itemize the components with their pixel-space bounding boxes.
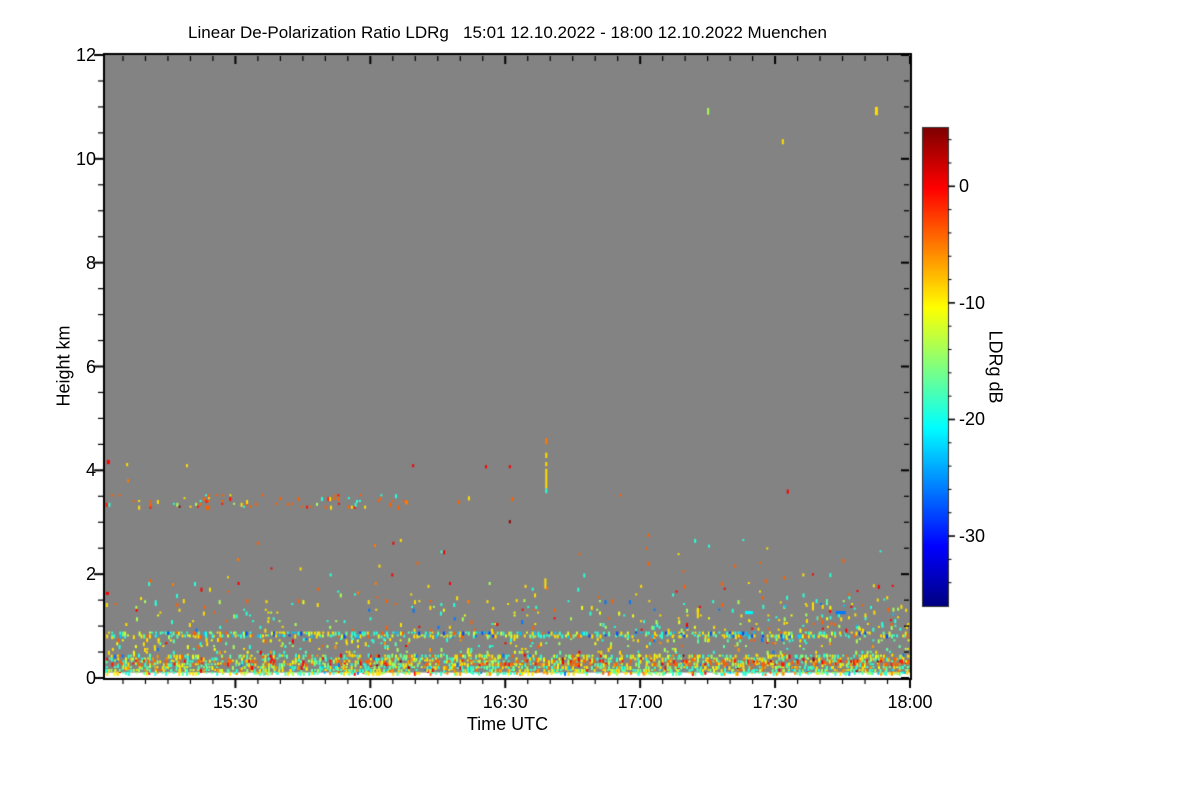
x-tick-label: 15:30 — [212, 692, 258, 712]
x-tick-label: 16:00 — [347, 692, 393, 712]
x-tick-label: 17:30 — [752, 692, 798, 712]
chart-title: Linear De-Polarization Ratio LDRg 15:01 … — [188, 23, 827, 42]
y-tick-label: 4 — [85, 460, 96, 481]
x-tick-label: 18:00 — [887, 692, 933, 712]
y-tick-label: 2 — [85, 564, 96, 585]
x-tick-label: 16:30 — [482, 692, 528, 712]
colorbar-label: LDRg dB — [985, 330, 1006, 404]
colorbar-tick-label: -30 — [959, 526, 986, 547]
y-tick-label: 8 — [85, 252, 96, 273]
colorbar-tick-label: -10 — [959, 292, 986, 313]
colorbar-tick-label: -20 — [959, 409, 986, 430]
y-tick-label: 10 — [75, 148, 96, 169]
figure: Linear De-Polarization Ratio LDRg 15:01 … — [0, 0, 1200, 800]
heatmap-canvas — [0, 0, 1200, 800]
y-tick-label: 0 — [85, 668, 96, 688]
x-axis-label: Time UTC — [466, 714, 549, 734]
y-tick-label: 6 — [85, 356, 96, 377]
colorbar-tick-label: 0 — [959, 176, 970, 197]
x-tick-label: 17:00 — [617, 692, 663, 712]
y-tick-label: 12 — [75, 45, 96, 65]
